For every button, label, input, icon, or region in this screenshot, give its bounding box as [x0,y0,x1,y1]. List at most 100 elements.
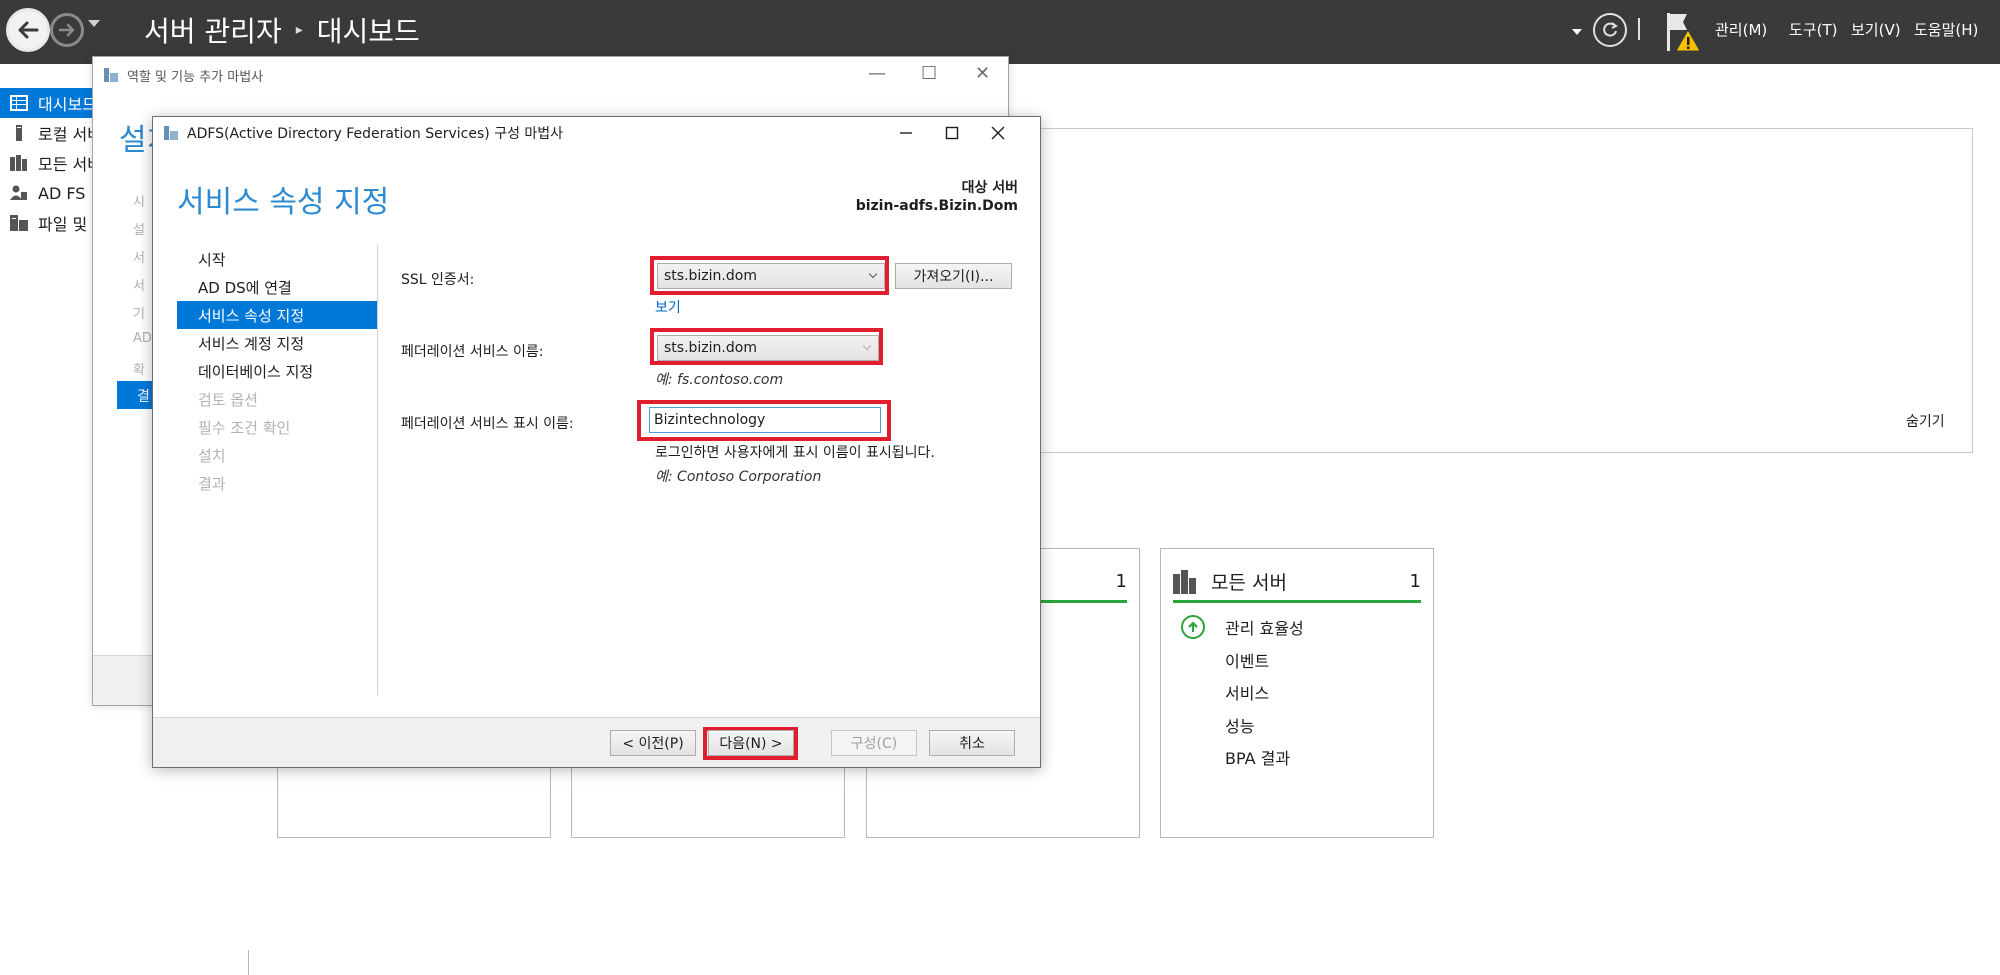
tile-count: 1 [1409,571,1421,592]
fed-display-name-note: 로그인하면 사용자에게 표시 이름이 표시됩니다. [655,445,935,461]
maximize-icon [945,126,959,140]
nav-item-label: 모든 서버 [38,155,92,174]
minimize-icon[interactable]: — [868,63,886,84]
ssl-cert-label: SSL 인증서: [401,272,475,288]
status-ok-icon [1181,615,1205,640]
divider [248,950,249,975]
wizard-icon [164,126,178,140]
menu-help[interactable]: 도움말(H) [1914,19,1978,40]
adfs-config-wizard-window: ADFS(Active Directory Federation Service… [152,116,1041,768]
maximize-button[interactable] [929,117,975,149]
tile-row-manageability[interactable]: 관리 효율성 [1181,611,1304,644]
fed-service-name-dropdown[interactable]: sts.bizin.dom [657,335,879,361]
close-button[interactable] [975,117,1021,149]
tile-row-services[interactable]: 서비스 [1181,676,1304,709]
menu-tools[interactable]: 도구(T) [1789,19,1837,40]
view-cert-link[interactable]: 보기 [655,297,681,317]
file-storage-icon [10,215,28,231]
ssl-cert-value: sts.bizin.dom [664,268,757,284]
nav-item-label: AD FS [38,183,86,203]
fed-display-name-label: 페더레이션 서비스 표시 이름: [401,416,574,432]
import-button[interactable]: 가져오기(I)... [895,263,1012,289]
all-servers-icon [10,155,27,171]
window-title: 역할 및 기능 추가 마법사 [127,69,264,85]
nav-item-label: 파일 및 저장소 서비스 [38,215,92,234]
close-icon [991,126,1005,140]
fed-service-name-example: 예: fs.contoso.com [655,372,784,388]
all-servers-icon [1173,569,1196,594]
tile-title: 모든 서버 [1211,572,1287,594]
step-stub: 서 [133,251,145,266]
breadcrumb-root[interactable]: 서버 관리자 [144,10,282,50]
tile-row-label: 관리 효율성 [1225,619,1304,639]
window-title: ADFS(Active Directory Federation Service… [187,126,564,142]
tile-row-performance[interactable]: 성능 [1181,709,1304,742]
nav-item-label: 로컬 서버 [38,125,92,144]
back-button[interactable] [6,8,50,52]
next-button[interactable]: 다음(N) > [708,730,794,756]
all-servers-tile[interactable]: 모든 서버 1 관리 효율성 이벤트 서비스 성능 BPA 결과 [1160,548,1434,838]
local-server-icon [16,125,22,141]
nav-item-local-server[interactable]: 로컬 서버 [0,118,92,148]
refresh-icon [1603,22,1618,37]
step-service-properties[interactable]: 서비스 속성 지정 [177,301,377,329]
nav-item-all-servers[interactable]: 모든 서버 [0,148,92,178]
step-stub: 설 [133,223,145,238]
step-connect-adds[interactable]: AD DS에 연결 [177,273,377,301]
nav-item-dashboard[interactable]: 대시보드 [0,88,92,118]
forward-arrow-icon [58,23,75,37]
refresh-button[interactable] [1593,13,1627,47]
previous-button[interactable]: < 이전(P) [610,730,696,756]
step-stub: 서 [133,279,145,294]
breadcrumb-separator-icon: ▸ [295,22,303,38]
hide-welcome-link[interactable]: 숨기기 [1906,411,1945,431]
fed-display-name-input[interactable] [649,407,881,433]
menu-manage[interactable]: 관리(M) [1715,19,1767,40]
step-start[interactable]: 시작 [177,245,377,273]
ssl-cert-dropdown[interactable]: sts.bizin.dom [657,263,885,289]
dashboard-icon [10,95,28,111]
chevron-down-icon [862,341,872,351]
warning-flag-icon [1667,13,1701,52]
minimize-button[interactable] [883,117,929,149]
step-stub: AD [133,331,152,346]
titlebar-divider [1638,18,1640,40]
forward-button[interactable] [50,13,84,47]
step-stub: 시 [133,195,145,210]
titlebar-dropdown[interactable] [1572,0,1582,64]
nav-item-file-storage[interactable]: 파일 및 저장소 서비스 [0,208,92,238]
tile-row-events[interactable]: 이벤트 [1181,644,1304,677]
wizard-icon [104,68,118,82]
step-review-options: 검토 옵션 [198,390,258,409]
tile-row-label: BPA 결과 [1225,749,1291,769]
steps-divider [377,245,378,695]
breadcrumb: 서버 관리자 ▸ 대시보드 [144,10,420,50]
step-service-account[interactable]: 서비스 계정 지정 [177,329,377,357]
cancel-button[interactable]: 취소 [929,730,1015,756]
welcome-panel [1010,128,1973,453]
close-icon[interactable]: ✕ [975,63,990,84]
tile-header: 모든 서버 1 [1173,563,1421,603]
menu-view[interactable]: 보기(V) [1851,19,1901,40]
nav-item-label: 대시보드 [38,95,92,114]
back-arrow-icon [18,21,39,39]
step-stub: 기 [133,307,145,322]
history-dropdown-icon[interactable] [88,20,100,27]
maximize-icon[interactable]: ☐ [921,63,937,84]
tile-row-label: 이벤트 [1225,651,1270,671]
step-prereq-check: 필수 조건 확인 [198,418,291,437]
step-database[interactable]: 데이터베이스 지정 [177,357,377,385]
notifications-flag[interactable] [1663,10,1703,54]
minimize-icon [900,132,912,134]
tile-count: 1 [1115,571,1127,592]
fed-service-name-label: 페더레이션 서비스 이름: [401,344,544,360]
nav-item-adfs[interactable]: AD FS [0,178,92,208]
window-footer: < 이전(P) 다음(N) > 구성(C) 취소 [153,717,1040,767]
wizard-steps: 시작 AD DS에 연결 서비스 속성 지정 서비스 계정 지정 데이터베이스 … [177,245,377,497]
tile-row-bpa[interactable]: BPA 결과 [1181,741,1304,774]
step-results: 결과 [198,474,226,493]
fed-display-name-example: 예: Contoso Corporation [655,469,822,485]
target-server-label: 대상 서버 [961,180,1018,196]
server-manager-nav: 대시보드 로컬 서버 모든 서버 AD FS 파일 및 저장소 서비스 [0,88,92,238]
step-install: 설치 [198,446,226,465]
